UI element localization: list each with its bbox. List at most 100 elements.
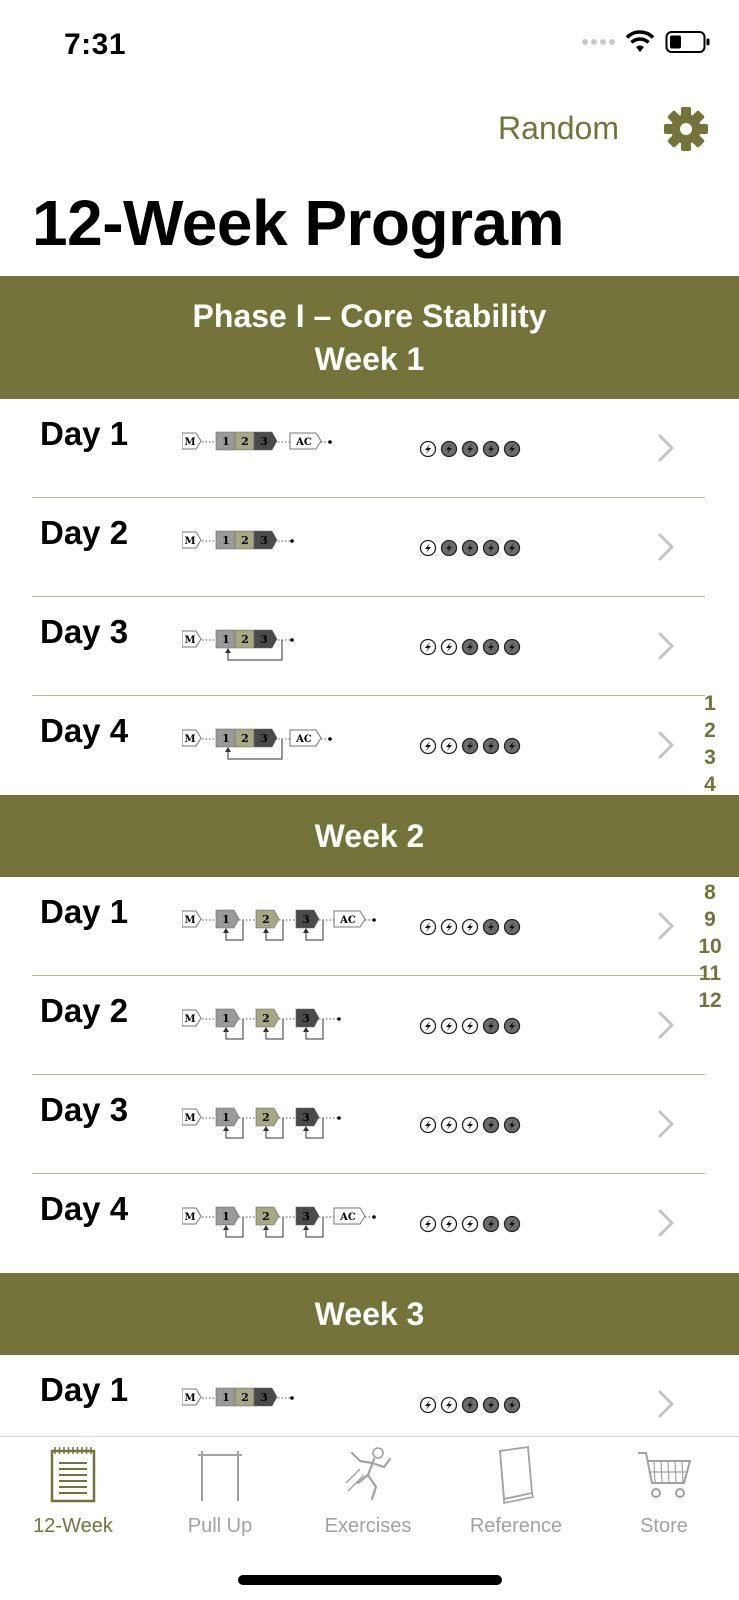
index-item[interactable]: 11 [693, 960, 727, 987]
intensity-dot [440, 1116, 458, 1134]
notepad-icon [50, 1447, 96, 1503]
svg-text:3: 3 [302, 913, 310, 926]
intensity-dot [440, 1017, 458, 1035]
workout-diagram: M 1 2 3 AC [182, 728, 332, 760]
index-item[interactable]: 9 [693, 906, 727, 933]
intensity-dot [482, 1396, 500, 1414]
intensity-dot [419, 1396, 437, 1414]
intensity-dot [503, 737, 521, 755]
svg-text:AC: AC [339, 915, 356, 926]
section-title: Week 2 [314, 817, 425, 854]
svg-text:2: 2 [241, 435, 249, 448]
day-label: Day 1 [40, 415, 129, 452]
section-title: Phase I – Core Stability [192, 297, 547, 334]
workout-diagram: M 123 [182, 530, 294, 550]
intensity-dot [482, 737, 500, 755]
intensity-dot [503, 1215, 521, 1233]
tab-reference[interactable]: Reference [446, 1443, 586, 1543]
day-row[interactable]: Day 3M123 [0, 597, 739, 696]
intensity-dot [503, 1396, 521, 1414]
svg-text:1: 1 [222, 633, 230, 646]
section-index[interactable]: 1 2 3 4 8 9 10 11 12 [693, 690, 727, 1014]
intensity-dot [482, 918, 500, 936]
intensity-rating [419, 1116, 521, 1134]
section-header: Week 2 [0, 795, 739, 877]
intensity-dot [419, 539, 437, 557]
tab-12-week[interactable]: 12-Week [3, 1443, 143, 1543]
svg-text:1: 1 [222, 534, 230, 547]
day-row[interactable]: Day 1 M 1 2 3 AC [0, 399, 739, 498]
svg-text:3: 3 [260, 1391, 268, 1404]
intensity-rating [419, 440, 521, 458]
workout-diagram: M 1 2 3 AC [182, 431, 332, 451]
program-list[interactable]: Phase I – Core Stability Week 1 Day 1M123A… [0, 276, 739, 1436]
intensity-dot [440, 918, 458, 936]
section-header: Phase I – Core Stability Week 1 [0, 276, 739, 399]
svg-text:AC: AC [295, 734, 312, 745]
intensity-dot [461, 1396, 479, 1414]
index-item[interactable]: 8 [693, 879, 727, 906]
intensity-dot [461, 918, 479, 936]
day-row[interactable]: Day 1 M 123 [0, 1355, 739, 1436]
svg-text:1: 1 [222, 1210, 230, 1223]
svg-text:2: 2 [262, 1012, 270, 1025]
random-button[interactable]: Random [498, 110, 619, 147]
intensity-dot [482, 1017, 500, 1035]
day-label: Day 1 [40, 1371, 129, 1408]
intensity-rating [419, 1215, 521, 1233]
tab-label: 12-Week [33, 1515, 113, 1537]
day-row[interactable]: Day 3M123 [0, 1075, 739, 1174]
intensity-dot [419, 918, 437, 936]
intensity-dot [503, 1017, 521, 1035]
index-item[interactable]: 2 [693, 717, 727, 744]
chevron-right-icon [658, 1390, 674, 1418]
pullup-bar-icon [198, 1451, 242, 1501]
index-gap [693, 798, 727, 879]
intensity-rating [419, 638, 521, 656]
chevron-right-icon [658, 1011, 674, 1039]
svg-text:2: 2 [262, 913, 270, 926]
svg-text:3: 3 [302, 1210, 310, 1223]
svg-text:M: M [184, 1212, 195, 1223]
day-row[interactable]: Day 1 M 1 2 3 AC [0, 877, 739, 976]
day-row[interactable]: Day 2M123 [0, 498, 739, 597]
svg-text:2: 2 [241, 534, 249, 547]
index-item[interactable]: 12 [693, 987, 727, 1014]
cart-icon [638, 1452, 692, 1498]
chevron-right-icon [658, 731, 674, 759]
intensity-dot [419, 737, 437, 755]
wifi-icon [625, 30, 655, 52]
gear-icon[interactable] [663, 106, 709, 152]
index-item[interactable]: 10 [693, 933, 727, 960]
section-subtitle: Week 1 [314, 340, 425, 377]
tab-exercises[interactable]: Exercises [298, 1443, 438, 1543]
chevron-right-icon [658, 533, 674, 561]
svg-text:3: 3 [260, 534, 268, 547]
tab-label: Pull Up [187, 1515, 253, 1537]
workout-diagram: M 1 2 3 AC [182, 909, 376, 941]
index-item[interactable]: 4 [693, 771, 727, 798]
day-row[interactable]: Day 4 M 1 2 3 AC [0, 696, 739, 795]
tab-pull-up[interactable]: Pull Up [150, 1443, 290, 1543]
day-label: Day 3 [40, 613, 129, 650]
status-bar: 7:31 [0, 0, 739, 90]
intensity-dot [440, 440, 458, 458]
intensity-dot [461, 638, 479, 656]
day-row[interactable]: Day 4 M 1 2 3 AC [0, 1174, 739, 1273]
index-item[interactable]: 1 [693, 690, 727, 717]
page-title: 12-Week Program [32, 187, 565, 259]
workout-diagram: M 1 2 3 AC [182, 1206, 376, 1238]
index-item[interactable]: 3 [693, 744, 727, 771]
tab-label: Exercises [324, 1515, 412, 1537]
intensity-dot [419, 440, 437, 458]
day-row[interactable]: Day 2M123 [0, 976, 739, 1075]
intensity-dot [503, 440, 521, 458]
intensity-dot [461, 737, 479, 755]
intensity-dot [482, 638, 500, 656]
climber-icon [345, 1447, 392, 1501]
intensity-dot [503, 638, 521, 656]
svg-text:M: M [184, 1113, 195, 1124]
svg-text:2: 2 [241, 732, 249, 745]
tab-store[interactable]: Store [594, 1443, 734, 1543]
intensity-dot [440, 638, 458, 656]
